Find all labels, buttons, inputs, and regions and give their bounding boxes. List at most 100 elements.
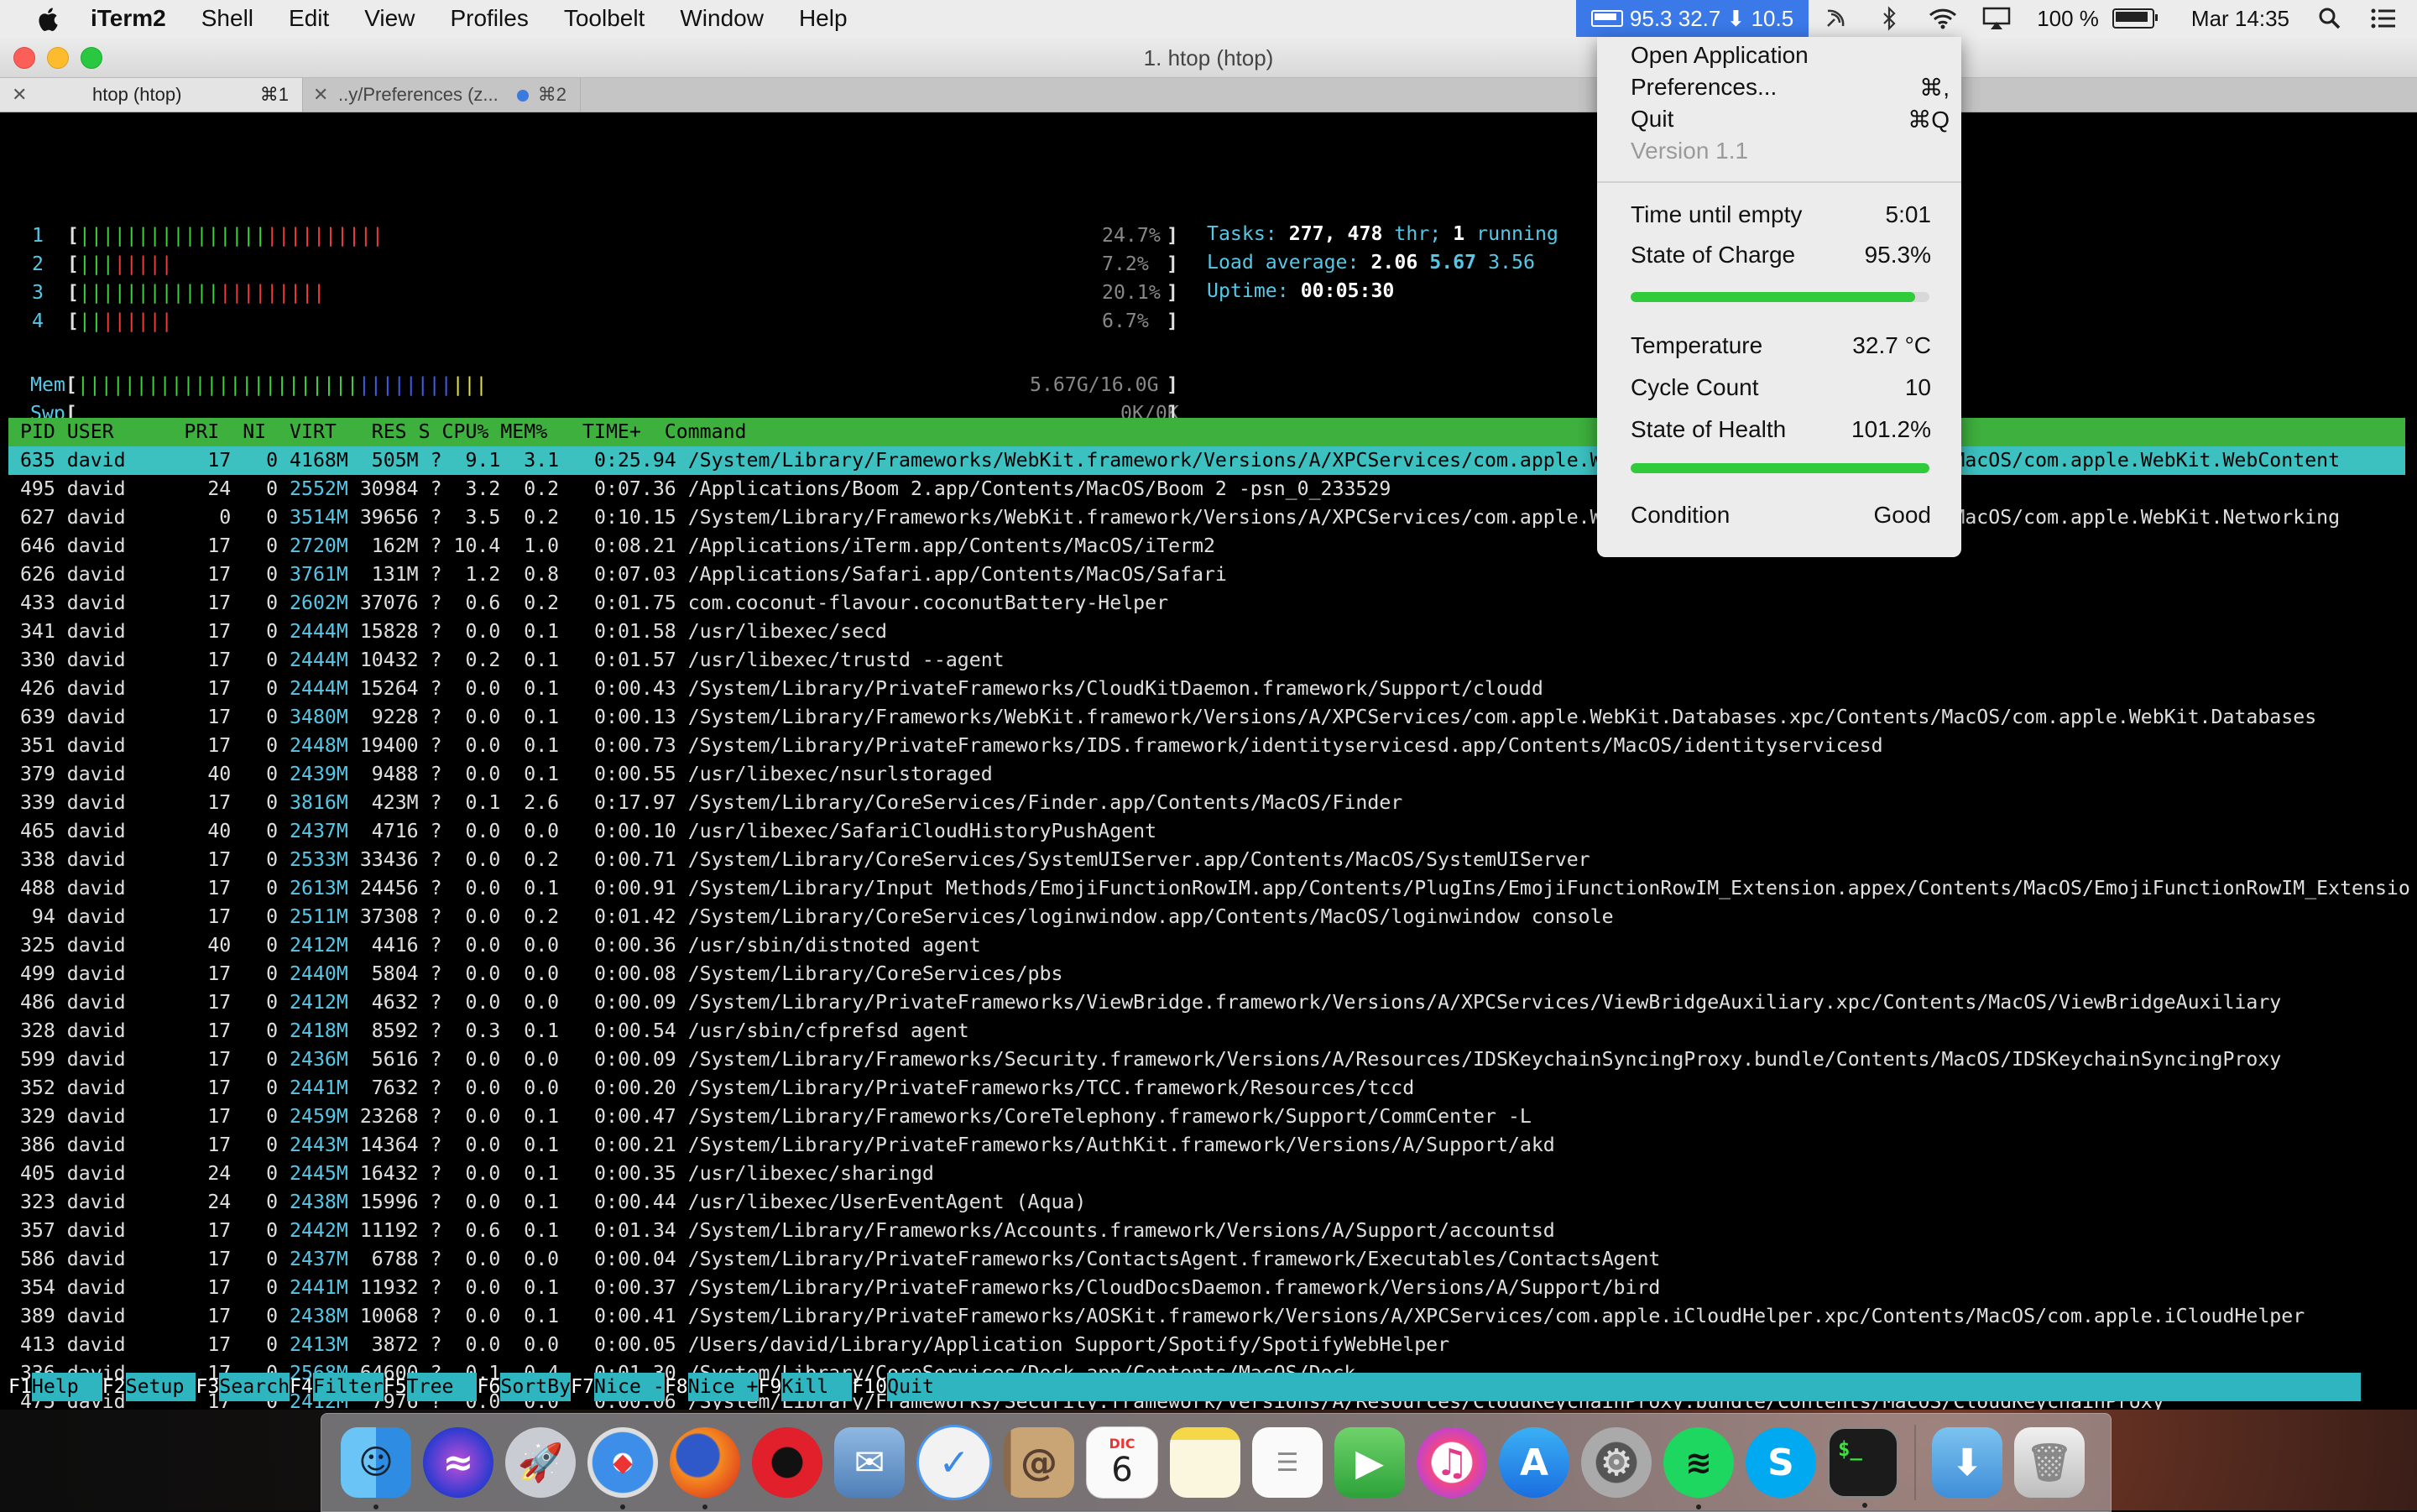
spotify-icon[interactable]: ≋ <box>1663 1427 1734 1509</box>
process-row[interactable]: 379 david 40 0 2439M 9488 ? 0.0 0.1 0:00… <box>8 760 2405 789</box>
close-tab-icon[interactable]: ✕ <box>313 84 328 106</box>
fkey-f5: F5 <box>383 1375 407 1398</box>
fkey-action-f4[interactable]: Filter <box>312 1373 384 1401</box>
satellite-icon[interactable] <box>1820 6 1851 31</box>
mail-icon[interactable]: ✉ <box>834 1427 905 1498</box>
process-row[interactable]: 405 david 24 0 2445M 16432 ? 0.0 0.1 0:0… <box>8 1160 2405 1188</box>
downloads-icon[interactable]: ⬇ <box>1932 1427 2002 1498</box>
airmail-icon[interactable]: ✓ <box>916 1425 992 1500</box>
tab-preferences[interactable]: ✕ ..y/Preferences (z... ⌘2 <box>303 78 581 112</box>
process-row[interactable]: 323 david 24 0 2438M 15996 ? 0.0 0.1 0:0… <box>8 1188 2405 1217</box>
process-row[interactable]: 357 david 17 0 2442M 11192 ? 0.6 0.1 0:0… <box>8 1217 2405 1245</box>
firefox-icon[interactable] <box>670 1427 740 1509</box>
fkey-action-f2[interactable]: Setup <box>125 1373 196 1401</box>
bluetooth-icon[interactable] <box>1874 6 1904 31</box>
close-tab-icon[interactable]: ✕ <box>12 84 27 106</box>
menu-help[interactable]: Help <box>799 5 848 32</box>
process-row[interactable]: 325 david 40 0 2412M 4416 ? 0.0 0.0 0:00… <box>8 931 2405 960</box>
cpu-meter-value: 24.7% <box>1102 224 1161 247</box>
fkey-action-f9[interactable]: Kill <box>781 1373 853 1401</box>
menu-toolbelt[interactable]: Toolbelt <box>564 5 645 32</box>
virt-cell: 2441M <box>290 1276 348 1299</box>
facetime-icon[interactable]: ▶ <box>1334 1427 1405 1498</box>
cpu-meter-3: 3 [||||||||||||||||||||| 20.1%] <box>32 279 1178 307</box>
notification-center-icon[interactable] <box>2368 6 2399 31</box>
virt-cell: 2602M <box>290 592 348 614</box>
process-row[interactable]: 586 david 17 0 2437M 6788 ? 0.0 0.0 0:00… <box>8 1245 2405 1274</box>
process-row[interactable]: 433 david 17 0 2602M 37076 ? 0.6 0.2 0:0… <box>8 589 2405 618</box>
fkey-action-f1[interactable]: Help <box>31 1373 102 1401</box>
contacts-icon[interactable]: @ <box>1004 1427 1074 1498</box>
quit-item[interactable]: Quit ⌘Q <box>1631 106 1950 133</box>
process-row[interactable]: 599 david 17 0 2436M 5616 ? 0.0 0.0 0:00… <box>8 1045 2405 1074</box>
process-row[interactable]: 646 david 17 0 2720M 162M ? 10.4 1.0 0:0… <box>8 532 2405 560</box>
fkey-action-f5[interactable]: Tree <box>406 1373 478 1401</box>
itunes-icon[interactable]: ♫ <box>1417 1427 1487 1498</box>
virt-cell: 2412M <box>290 991 348 1014</box>
process-row[interactable]: 339 david 17 0 3816M 423M ? 0.1 2.6 0:17… <box>8 789 2405 817</box>
airplay-icon[interactable] <box>1981 6 2012 31</box>
process-row[interactable]: 495 david 24 0 2552M 30984 ? 3.2 0.2 0:0… <box>8 475 2405 503</box>
process-row[interactable]: 488 david 17 0 2613M 24456 ? 0.0 0.1 0:0… <box>8 874 2410 903</box>
process-row[interactable]: 352 david 17 0 2441M 7632 ? 0.0 0.0 0:00… <box>8 1074 2405 1103</box>
process-row[interactable]: 330 david 17 0 2444M 10432 ? 0.2 0.1 0:0… <box>8 646 2405 675</box>
menu-edit[interactable]: Edit <box>289 5 329 32</box>
tab-htop[interactable]: ✕ htop (htop) ⌘1 <box>0 78 303 112</box>
process-row[interactable]: 499 david 17 0 2440M 5804 ? 0.0 0.0 0:00… <box>8 960 2405 988</box>
clock[interactable]: Mar 14:35 <box>2191 6 2289 32</box>
time-until-empty-value: 5:01 <box>1885 201 1932 227</box>
spotlight-search-icon[interactable] <box>2315 6 2345 31</box>
process-row[interactable]: 465 david 40 0 2437M 4716 ? 0.0 0.0 0:00… <box>8 817 2405 846</box>
process-row[interactable]: 338 david 17 0 2533M 33436 ? 0.0 0.2 0:0… <box>8 846 2405 874</box>
cpu-meter-1: 1 [|||||||||||||||||||||||||| 24.7%] <box>32 222 1178 250</box>
opera-icon[interactable] <box>752 1427 822 1498</box>
menu-window[interactable]: Window <box>680 5 764 32</box>
trash-icon[interactable]: 🗑 <box>2014 1427 2085 1498</box>
process-row[interactable]: 639 david 17 0 3480M 9228 ? 0.0 0.1 0:00… <box>8 703 2405 732</box>
process-row[interactable]: 328 david 17 0 2418M 8592 ? 0.3 0.1 0:00… <box>8 1017 2405 1045</box>
process-row[interactable]: 627 david 0 0 3514M 39656 ? 3.5 0.2 0:10… <box>8 503 2405 532</box>
safari-icon[interactable]: ◆ <box>587 1427 658 1509</box>
open-application-item[interactable]: Open Application <box>1631 42 1809 69</box>
process-row[interactable]: 426 david 17 0 2444M 15264 ? 0.0 0.1 0:0… <box>8 675 2405 703</box>
notes-icon[interactable] <box>1170 1427 1240 1498</box>
fkey-action-f7[interactable]: Nice - <box>594 1373 665 1401</box>
appstore-icon[interactable]: A <box>1499 1427 1569 1498</box>
terminal-view[interactable]: 1 [|||||||||||||||||||||||||| 24.7%] 2 [||… <box>0 112 2417 1410</box>
preferences-item[interactable]: Preferences... ⌘, <box>1631 74 1950 101</box>
process-row[interactable]: 626 david 17 0 3761M 131M ? 1.2 0.8 0:07… <box>8 560 2405 589</box>
process-row[interactable]: 94 david 17 0 2511M 37308 ? 0.0 0.2 0:01… <box>8 903 2405 931</box>
apple-icon[interactable] <box>35 6 59 31</box>
coconut-battery-status-item[interactable]: 95.3 32.7 ⬇ 10.5 <box>1575 0 1809 37</box>
process-row[interactable]: 389 david 17 0 2438M 10068 ? 0.0 0.1 0:0… <box>8 1302 2405 1331</box>
battery-icon[interactable] <box>2112 8 2158 29</box>
process-row[interactable]: 341 david 17 0 2444M 15828 ? 0.0 0.1 0:0… <box>8 618 2405 646</box>
fkey-action-f6[interactable]: SortBy <box>500 1373 572 1401</box>
process-row[interactable]: 351 david 17 0 2448M 19400 ? 0.0 0.1 0:0… <box>8 732 2405 760</box>
terminal-icon[interactable]: $_ <box>1828 1427 1898 1508</box>
siri-icon[interactable]: ≈ <box>423 1427 493 1498</box>
process-row[interactable]: 386 david 17 0 2443M 14364 ? 0.0 0.1 0:0… <box>8 1131 2405 1160</box>
launchpad-icon[interactable]: 🚀 <box>505 1427 576 1498</box>
fkey-action-f10[interactable]: Quit <box>887 1373 934 1401</box>
reminders-icon[interactable]: ☰ <box>1252 1427 1323 1498</box>
skype-icon[interactable]: S <box>1746 1427 1816 1498</box>
process-row[interactable]: 635 david 17 0 4168M 505M ? 9.1 3.1 0:25… <box>8 446 2405 475</box>
battery-percent[interactable]: 100 % <box>2037 6 2099 32</box>
menu-view[interactable]: View <box>364 5 415 32</box>
menu-shell[interactable]: Shell <box>201 5 253 32</box>
finder-icon[interactable]: ☺ <box>341 1427 411 1509</box>
system-preferences-icon[interactable]: ⚙ <box>1581 1427 1652 1498</box>
process-table-header[interactable]: PID USER PRI NI VIRT RES S CPU% MEM% TIM… <box>8 418 2405 446</box>
window-titlebar[interactable]: 1. htop (htop) <box>0 37 2417 78</box>
process-row[interactable]: 354 david 17 0 2441M 11932 ? 0.0 0.1 0:0… <box>8 1274 2405 1302</box>
process-row[interactable]: 329 david 17 0 2459M 23268 ? 0.0 0.1 0:0… <box>8 1103 2405 1131</box>
fkey-action-f8[interactable]: Nice + <box>687 1373 759 1401</box>
fkey-action-f3[interactable]: Search <box>219 1373 290 1401</box>
process-row[interactable]: 413 david 17 0 2413M 3872 ? 0.0 0.0 0:00… <box>8 1331 2405 1359</box>
menu-profiles[interactable]: Profiles <box>450 5 528 32</box>
menu-app-name[interactable]: iTerm2 <box>91 5 166 32</box>
calendar-icon[interactable]: DIC 6 <box>1086 1426 1158 1499</box>
wifi-icon[interactable] <box>1928 6 1958 31</box>
process-row[interactable]: 486 david 17 0 2412M 4632 ? 0.0 0.0 0:00… <box>8 988 2405 1017</box>
